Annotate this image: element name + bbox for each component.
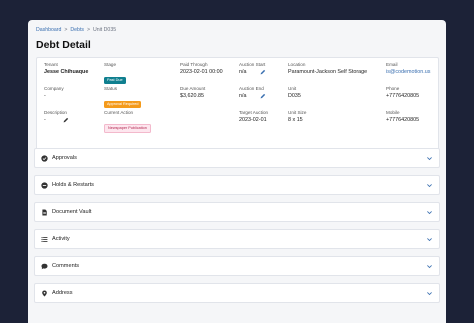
current-action-badge: Newspaper Publication xyxy=(104,124,151,133)
section-title: Activity xyxy=(52,236,70,242)
auction-start-row: n/a xyxy=(239,68,266,76)
section-title: Holds & Restarts xyxy=(52,182,94,188)
target-auction-value: 2023-02-01 xyxy=(239,117,267,123)
description-label: Description xyxy=(44,110,67,115)
list-icon xyxy=(41,236,48,243)
chevron-down-icon[interactable] xyxy=(426,236,433,243)
edit-auction-end-icon[interactable] xyxy=(260,93,266,99)
breadcrumb: Dashboard > Debts > Unit D035 xyxy=(36,27,116,33)
auction-start-value: n/a xyxy=(239,69,247,75)
edit-auction-start-icon[interactable] xyxy=(260,69,266,75)
description-field: Description - xyxy=(44,110,69,124)
section-approvals[interactable]: Approvals xyxy=(34,148,440,168)
chevron-down-icon[interactable] xyxy=(426,209,433,216)
app-frame: Dashboard > Debts > Unit D035 Debt Detai… xyxy=(28,20,446,323)
breadcrumb-separator: > xyxy=(86,27,91,33)
document-icon xyxy=(41,209,48,216)
auction-start-field: Auction Start n/a xyxy=(239,62,266,76)
unit-size-value: 8 x 15 xyxy=(288,117,303,123)
email-link[interactable]: is@codemotion.us xyxy=(386,68,430,76)
tenant-value: Jesse Chihuaque xyxy=(44,69,89,75)
unit-field: Unit D035 xyxy=(288,86,301,100)
edit-description-icon[interactable] xyxy=(63,117,69,123)
section-title: Comments xyxy=(52,263,80,269)
check-circle-icon xyxy=(41,154,48,162)
chevron-down-icon[interactable] xyxy=(426,290,433,297)
paid-through-field: Paid Through 2023-02-01 00:00 xyxy=(180,62,223,76)
current-action-label: Current Action xyxy=(104,110,134,115)
stage-badge: Past Due xyxy=(104,77,126,84)
unit-size-field: Unit Size 8 x 15 xyxy=(288,110,306,124)
company-field: Company - xyxy=(44,86,64,100)
auction-end-row: n/a xyxy=(239,92,266,100)
due-amount-field: Due Amount $3,620.85 xyxy=(180,86,205,100)
breadcrumb-current: Unit D035 xyxy=(93,27,117,33)
section-title: Address xyxy=(52,290,73,296)
mobile-value: +7776420805 xyxy=(386,117,420,123)
company-value: - xyxy=(44,93,46,99)
chevron-down-icon[interactable] xyxy=(426,182,433,189)
paid-through-value: 2023-02-01 00:00 xyxy=(180,69,223,75)
phone-field: Phone +7776420805 xyxy=(386,86,419,100)
current-action-field: Current Action Newspaper Publication xyxy=(104,110,151,134)
section-address[interactable]: Address xyxy=(34,283,440,303)
comment-icon xyxy=(41,263,48,270)
unit-value: D035 xyxy=(288,93,301,99)
tenant-field: Tenant Jesse Chihuaque xyxy=(44,62,88,76)
status-badge: Approval Required xyxy=(104,101,142,108)
target-auction-field: Target Auction 2023-02-01 xyxy=(239,110,268,124)
section-title: Approvals xyxy=(52,155,77,161)
chevron-down-icon[interactable] xyxy=(426,155,433,162)
mobile-field: Mobile +7776420805 xyxy=(386,110,419,124)
breadcrumb-debts[interactable]: Debts xyxy=(70,27,84,33)
breadcrumb-dashboard[interactable]: Dashboard xyxy=(36,27,61,33)
description-value: - xyxy=(44,117,46,123)
location-field: Location Paramount-Jackson Self Storage xyxy=(288,62,367,76)
stage-label: Stage xyxy=(104,62,117,67)
phone-value: +7776420805 xyxy=(386,93,420,99)
section-holds-restarts[interactable]: Holds & Restarts xyxy=(34,175,440,195)
minus-circle-icon xyxy=(41,181,48,189)
description-row: - xyxy=(44,116,69,124)
auction-end-value: n/a xyxy=(239,93,247,99)
stage-field: Stage Past Due xyxy=(104,62,126,86)
section-comments[interactable]: Comments xyxy=(34,256,440,276)
breadcrumb-separator: > xyxy=(64,27,68,33)
due-amount-value: $3,620.85 xyxy=(180,93,204,99)
email-field: Email is@codemotion.us xyxy=(386,62,430,76)
section-document-vault[interactable]: Document Vault xyxy=(34,202,440,222)
status-label: Status xyxy=(104,86,118,91)
company-label: Company xyxy=(44,86,64,91)
debt-detail-card: Tenant Jesse Chihuaque Stage Past Due Pa… xyxy=(36,57,439,154)
section-activity[interactable]: Activity xyxy=(34,229,440,249)
location-pin-icon xyxy=(41,289,48,297)
auction-end-field: Auction End n/a xyxy=(239,86,266,100)
status-field: Status Approval Required xyxy=(104,86,142,110)
page-title: Debt Detail xyxy=(36,39,91,51)
chevron-down-icon[interactable] xyxy=(426,263,433,270)
location-value: Paramount-Jackson Self Storage xyxy=(288,69,368,75)
section-title: Document Vault xyxy=(52,209,92,215)
